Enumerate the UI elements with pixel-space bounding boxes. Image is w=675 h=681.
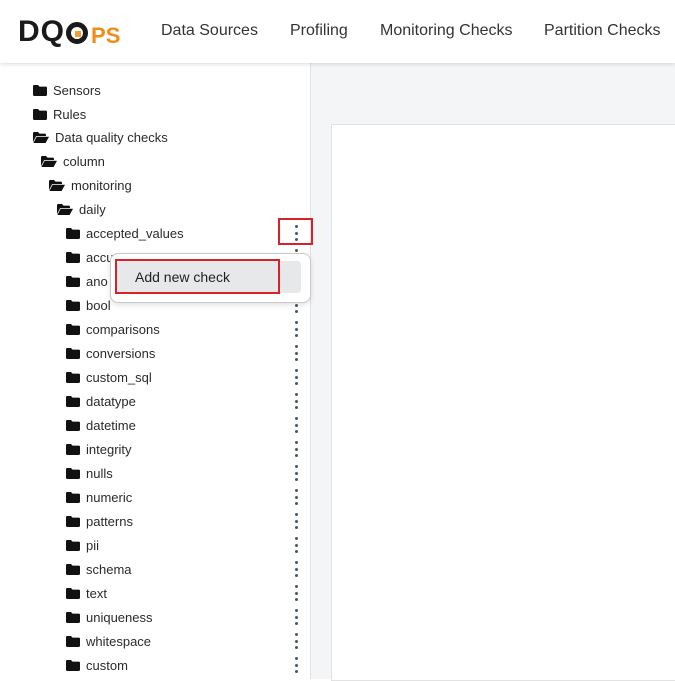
tree-item-nulls[interactable]: nulls: [66, 463, 113, 483]
folder-open-icon: [33, 131, 49, 143]
tree-item-label: numeric: [86, 489, 133, 505]
folder-open-icon: [57, 203, 73, 215]
nav-data-sources[interactable]: Data Sources: [161, 22, 258, 40]
more-options-icon[interactable]: [290, 344, 302, 362]
folder-icon: [66, 467, 80, 479]
more-options-icon[interactable]: [290, 632, 302, 650]
tree-item-custom[interactable]: custom: [66, 655, 128, 675]
folder-icon: [66, 419, 80, 431]
tree-item-label: nulls: [86, 465, 113, 481]
folder-icon: [33, 84, 47, 96]
tree-item-label: ano: [86, 273, 108, 289]
folder-icon: [66, 539, 80, 551]
more-options-icon[interactable]: [290, 224, 302, 242]
more-options-icon[interactable]: [290, 368, 302, 386]
folder-icon: [66, 635, 80, 647]
tree-item-data-quality-checks[interactable]: Data quality checks: [33, 127, 168, 147]
folder-icon: [66, 347, 80, 359]
tree-item-label: conversions: [86, 345, 156, 361]
tree-item-label: integrity: [86, 441, 132, 457]
tree-item-label: patterns: [86, 513, 133, 529]
tree-item-label: pii: [86, 537, 100, 553]
folder-icon: [66, 275, 80, 287]
folder-icon: [66, 587, 80, 599]
more-options-icon[interactable]: [290, 656, 302, 674]
tree-item-label: column: [63, 153, 105, 169]
tree-item-ano[interactable]: ano: [66, 271, 108, 291]
nav-partition-checks[interactable]: Partition Checks: [544, 22, 661, 40]
more-options-icon[interactable]: [290, 560, 302, 578]
add-new-check-menu-item[interactable]: Add new check: [117, 261, 301, 293]
tree-item-column[interactable]: column: [41, 151, 105, 171]
folder-icon: [66, 227, 80, 239]
tree-item-label: Rules: [53, 106, 87, 122]
more-options-icon[interactable]: [290, 392, 302, 410]
folder-icon: [66, 323, 80, 335]
more-options-icon[interactable]: [290, 512, 302, 530]
tree-item-label: Sensors: [53, 82, 101, 98]
folder-icon: [66, 251, 80, 263]
tree-item-whitespace[interactable]: whitespace: [66, 631, 151, 651]
tree-item-daily[interactable]: daily: [57, 199, 106, 219]
tree-item-datetime[interactable]: datetime: [66, 415, 136, 435]
tree-item-accepted-values[interactable]: accepted_values: [66, 223, 184, 243]
tree-item-text[interactable]: text: [66, 583, 107, 603]
dqops-logo[interactable]: D Q PS: [18, 15, 120, 47]
more-options-icon[interactable]: [290, 536, 302, 554]
tree-item-label: text: [86, 585, 107, 601]
more-options-icon[interactable]: [290, 440, 302, 458]
tree-item-sensors[interactable]: Sensors: [33, 80, 101, 100]
tree-item-label: Data quality checks: [55, 129, 168, 145]
more-options-icon[interactable]: [290, 464, 302, 482]
folder-icon: [66, 491, 80, 503]
folder-icon: [66, 659, 80, 671]
tree-item-label: daily: [79, 201, 106, 217]
folder-open-icon: [41, 155, 57, 167]
tree-item-schema[interactable]: schema: [66, 559, 132, 579]
tree-item-uniqueness[interactable]: uniqueness: [66, 607, 153, 627]
folder-icon: [66, 563, 80, 575]
folder-icon: [66, 515, 80, 527]
more-options-icon[interactable]: [290, 584, 302, 602]
tree-item-monitoring[interactable]: monitoring: [49, 175, 132, 195]
tree-item-datatype[interactable]: datatype: [66, 391, 136, 411]
top-header: D Q PS Data Sources Profiling Monitoring…: [0, 0, 675, 63]
nav-monitoring-checks[interactable]: Monitoring Checks: [380, 22, 513, 40]
tree-item-label: schema: [86, 561, 132, 577]
tree-item-label: whitespace: [86, 633, 152, 649]
folder-icon: [33, 108, 47, 120]
tree-item-label: datetime: [86, 417, 136, 433]
tree-item-custom-sql[interactable]: custom_sql: [66, 367, 152, 387]
folder-icon: [66, 443, 80, 455]
tree-item-label: accepted_values: [86, 225, 184, 241]
tree-item-label: uniqueness: [86, 609, 153, 625]
main-content-panel: [331, 124, 675, 681]
folder-icon: [66, 611, 80, 623]
folder-icon: [66, 371, 80, 383]
tree-item-label: comparisons: [86, 321, 160, 337]
tree-item-rules[interactable]: Rules: [33, 104, 86, 124]
tree-item-label: bool: [86, 297, 111, 313]
tree-item-pii[interactable]: pii: [66, 535, 99, 555]
more-options-icon[interactable]: [290, 608, 302, 626]
nav-profiling[interactable]: Profiling: [290, 22, 348, 40]
more-options-icon[interactable]: [290, 488, 302, 506]
folder-icon: [66, 395, 80, 407]
more-options-icon[interactable]: [290, 320, 302, 338]
tree-item-patterns[interactable]: patterns: [66, 511, 133, 531]
context-menu: Add new check: [110, 253, 311, 303]
tree-item-label: custom: [86, 657, 128, 673]
tree-item-numeric[interactable]: numeric: [66, 487, 132, 507]
tree-item-label: datatype: [86, 393, 136, 409]
tree-item-label: custom_sql: [86, 369, 152, 385]
tree-item-comparisons[interactable]: comparisons: [66, 319, 160, 339]
tree-item-label: monitoring: [71, 177, 132, 193]
tree-item-bool[interactable]: bool: [66, 295, 111, 315]
tree-item-conversions[interactable]: conversions: [66, 343, 155, 363]
folder-icon: [66, 299, 80, 311]
tree-item-accu[interactable]: accu: [66, 247, 113, 267]
folder-open-icon: [49, 179, 65, 191]
more-options-icon[interactable]: [290, 416, 302, 434]
tree-item-integrity[interactable]: integrity: [66, 439, 132, 459]
